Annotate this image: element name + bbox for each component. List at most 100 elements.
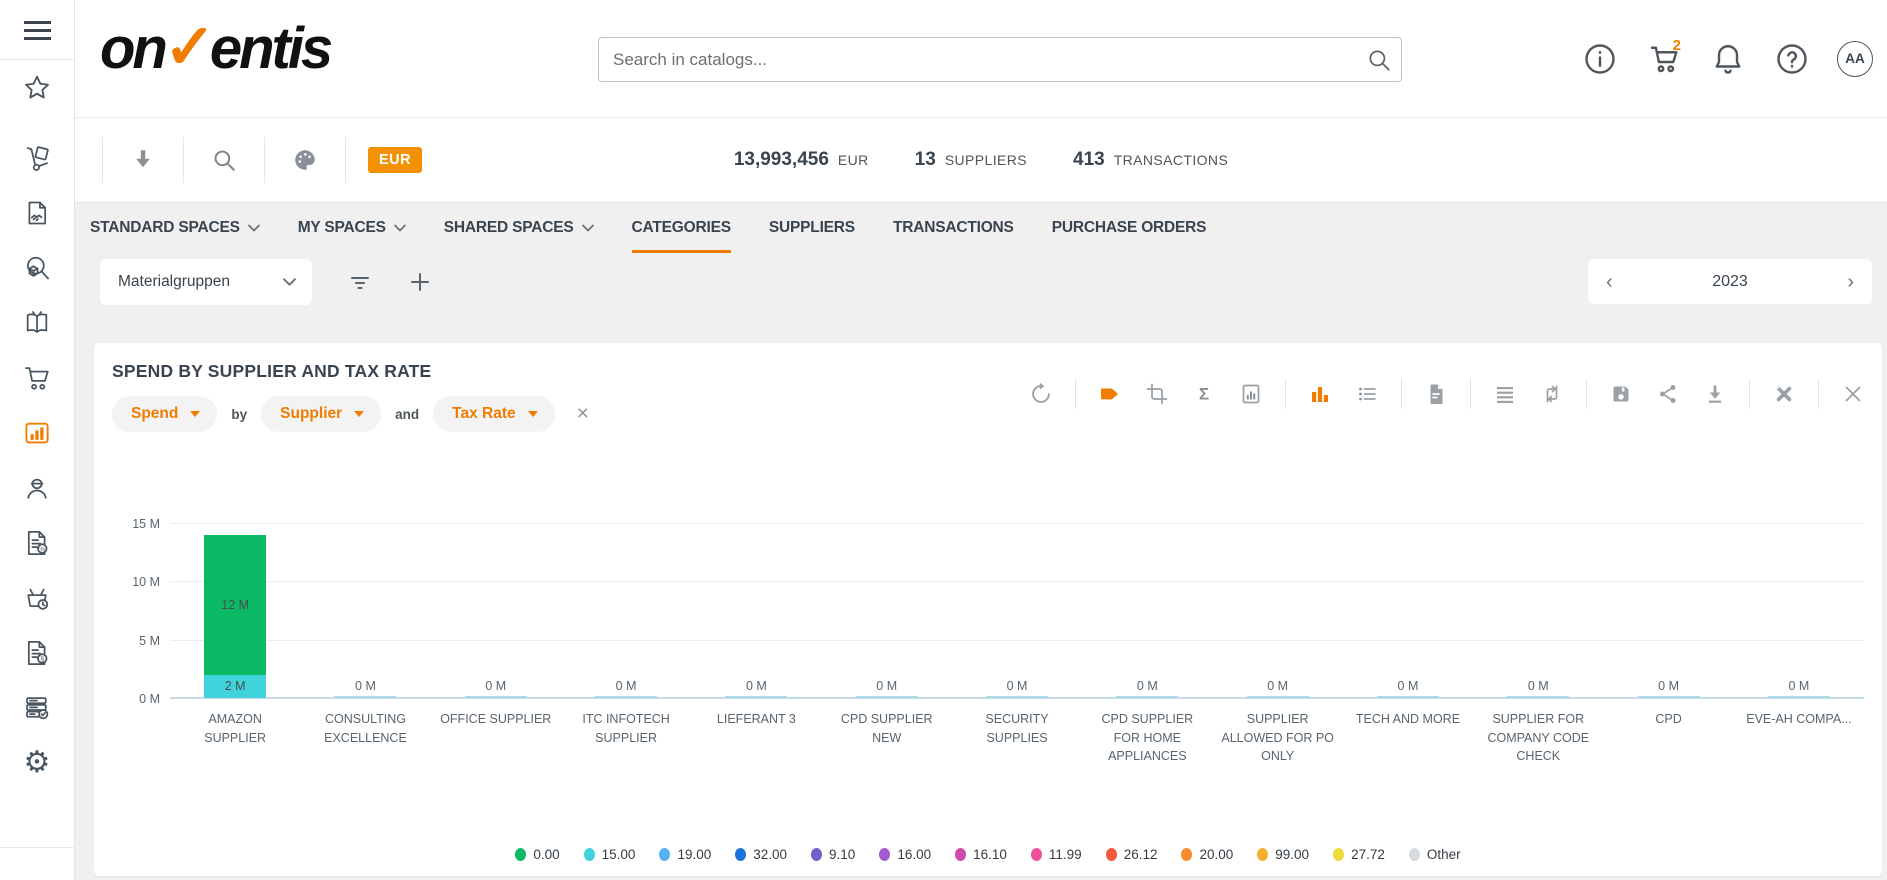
- analytics-barchart-icon[interactable]: [16, 413, 58, 453]
- bar-value-label: 0 M: [300, 679, 430, 693]
- legend-item-20-00[interactable]: 20.00: [1181, 847, 1233, 862]
- bar-amazon-supplier[interactable]: 12 M2 M: [204, 535, 266, 698]
- chart-plot: 0 M5 M10 M15 M12 M2 M0 M0 M0 M0 M0 M0 M0…: [170, 523, 1864, 698]
- tab-standard-spaces[interactable]: STANDARD SPACES: [90, 203, 260, 253]
- product-search-icon[interactable]: [16, 248, 58, 288]
- document-paragraph-icon[interactable]: §: [16, 633, 58, 673]
- legend-item-11-99[interactable]: 11.99: [1031, 847, 1082, 862]
- legend-item-19-00[interactable]: 19.00: [659, 847, 711, 862]
- dimension-chip[interactable]: Supplier: [261, 396, 381, 432]
- catalog-book-icon[interactable]: [16, 303, 58, 343]
- legend-item-0-00[interactable]: 0.00: [515, 847, 559, 862]
- y-axis-label: 15 M: [112, 517, 160, 531]
- supplier-person-icon[interactable]: [16, 468, 58, 508]
- legend-item-99-00[interactable]: 99.00: [1257, 847, 1309, 862]
- cart-badge: 2: [1673, 37, 1681, 54]
- sigma-sum-icon[interactable]: Σ: [1191, 381, 1217, 407]
- contracts-handshake-icon[interactable]: [16, 193, 58, 233]
- legend-item-15-00[interactable]: 15.00: [584, 847, 636, 862]
- shopping-cart-icon[interactable]: [16, 358, 58, 398]
- next-year-button[interactable]: ›: [1847, 272, 1854, 292]
- legend-dot: [1333, 848, 1344, 861]
- y-axis-label: 10 M: [112, 575, 160, 589]
- close-panel-icon[interactable]: [1840, 381, 1866, 407]
- legend-label: 20.00: [1199, 847, 1233, 862]
- search-input[interactable]: [599, 50, 1357, 70]
- save-icon[interactable]: [1608, 381, 1634, 407]
- search-spaces-icon[interactable]: [184, 147, 264, 173]
- download-icon[interactable]: [1702, 381, 1728, 407]
- legend-item-26-12[interactable]: 26.12: [1106, 847, 1158, 862]
- category-label-text: CONSULTING EXCELLENCE: [306, 710, 424, 747]
- caret-down-icon: [190, 411, 200, 417]
- master-data-check-icon[interactable]: [16, 688, 58, 728]
- bar-value-label: 0 M: [1213, 679, 1343, 693]
- pending-basket-clock-icon[interactable]: [16, 578, 58, 618]
- bar-segment-tax-15.00[interactable]: 2 M: [204, 675, 266, 698]
- clear-breakdown-icon[interactable]: ×: [577, 402, 589, 426]
- category-label: EVE-AH COMPA...: [1734, 710, 1864, 766]
- invoice-percent-icon[interactable]: %: [16, 523, 58, 563]
- add-view-icon[interactable]: [408, 270, 432, 294]
- tab-purchase-orders[interactable]: PURCHASE ORDERS: [1052, 203, 1207, 253]
- crop-icon[interactable]: [1144, 381, 1170, 407]
- legend-item-32-00[interactable]: 32.00: [735, 847, 787, 862]
- zero-bar-sliver: [725, 696, 787, 698]
- legend-label: 16.10: [973, 847, 1007, 862]
- zero-bar-sliver: [465, 696, 527, 698]
- menu-icon[interactable]: [24, 16, 51, 45]
- connector-by: by: [231, 407, 247, 422]
- search-icon[interactable]: [1357, 47, 1401, 73]
- legend-dot: [515, 848, 526, 861]
- legend-dot: [1031, 848, 1042, 861]
- tab-transactions[interactable]: TRANSACTIONS: [893, 203, 1014, 253]
- chart-frame-icon[interactable]: [1238, 381, 1264, 407]
- bar-value-label: 0 M: [1082, 679, 1212, 693]
- list-view-icon[interactable]: [1354, 381, 1380, 407]
- procurement-handtruck-icon[interactable]: [16, 138, 58, 178]
- category-label: CONSULTING EXCELLENCE: [300, 710, 430, 766]
- notifications-bell-icon[interactable]: [1709, 40, 1747, 78]
- chart-columns: 12 M2 M0 M0 M0 M0 M0 M0 M0 M0 M0 M0 M0 M…: [170, 523, 1864, 698]
- legend-item-16-00[interactable]: 16.00: [879, 847, 931, 862]
- bar-segment-tax-0.00[interactable]: 12 M: [204, 535, 266, 675]
- info-icon[interactable]: [1581, 40, 1619, 78]
- help-icon[interactable]: [1773, 40, 1811, 78]
- favorites-star-icon[interactable]: [16, 68, 58, 108]
- cart-icon[interactable]: 2: [1645, 40, 1683, 78]
- label-tag-icon[interactable]: [1097, 381, 1123, 407]
- category-label: CPD SUPPLIER NEW: [822, 710, 952, 766]
- legend-item-other[interactable]: Other: [1409, 847, 1461, 862]
- prev-year-button[interactable]: ‹: [1606, 272, 1613, 292]
- theme-palette-icon[interactable]: [265, 147, 345, 173]
- tools-icon[interactable]: [1771, 381, 1797, 407]
- user-avatar[interactable]: AA: [1837, 41, 1873, 77]
- legend-item-16-10[interactable]: 16.10: [955, 847, 1007, 862]
- settings-gear-icon[interactable]: ⚙: [16, 743, 58, 783]
- caret-down-icon: [528, 411, 538, 417]
- bar-value-label: 0 M: [431, 679, 561, 693]
- tab-suppliers[interactable]: SUPPLIERS: [769, 203, 855, 253]
- bar-chart-view-icon[interactable]: [1307, 381, 1333, 407]
- divider: [345, 137, 346, 183]
- measure-chip[interactable]: Spend: [112, 396, 217, 432]
- dimension-selector[interactable]: Materialgruppen: [100, 259, 312, 305]
- rows-icon[interactable]: [1492, 381, 1518, 407]
- tab-categories[interactable]: CATEGORIES: [632, 203, 731, 253]
- filter-icon[interactable]: [348, 270, 372, 294]
- tab-shared-spaces[interactable]: SHARED SPACES: [444, 203, 594, 253]
- pivot-swap-icon[interactable]: [1539, 381, 1565, 407]
- legend-item-9-10[interactable]: 9.10: [811, 847, 855, 862]
- legend-item-27-72[interactable]: 27.72: [1333, 847, 1385, 862]
- share-icon[interactable]: [1655, 381, 1681, 407]
- report-document-icon[interactable]: [1423, 381, 1449, 407]
- refresh-icon[interactable]: [1028, 381, 1054, 407]
- category-label-text: OFFICE SUPPLIER: [440, 710, 551, 729]
- breakdown-chip[interactable]: Tax Rate: [433, 396, 554, 432]
- tab-my-spaces[interactable]: MY SPACES: [298, 203, 406, 253]
- legend-label: 32.00: [753, 847, 787, 862]
- export-download-icon[interactable]: [103, 147, 183, 173]
- divider: [1586, 379, 1587, 409]
- currency-badge[interactable]: EUR: [368, 147, 422, 173]
- category-label-text: TECH AND MORE: [1356, 710, 1460, 729]
